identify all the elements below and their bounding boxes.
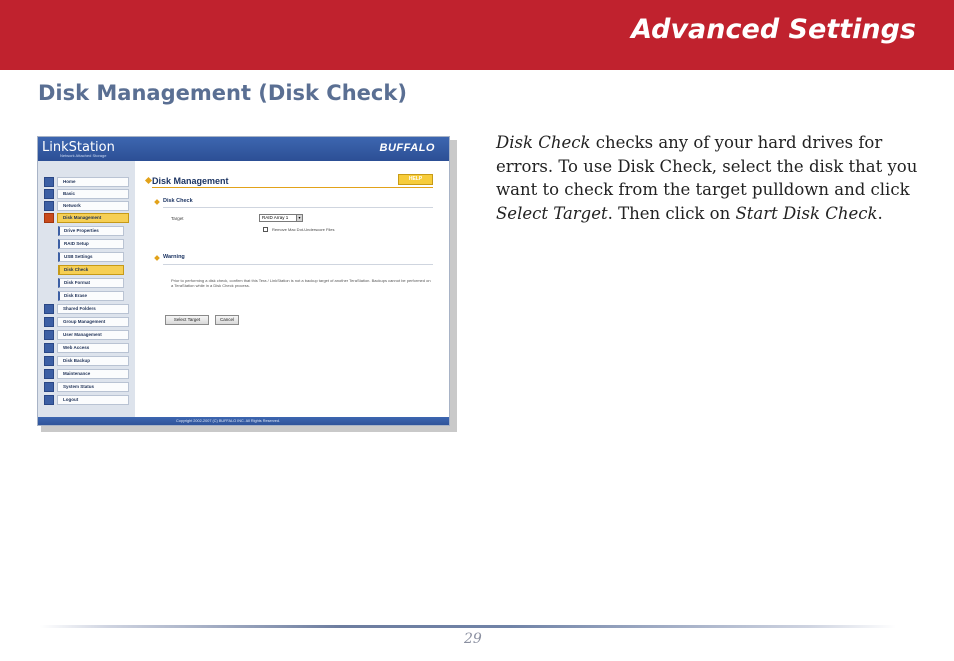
warning-divider — [163, 264, 433, 265]
screenshot-header: LinkStation Network Attached Storage BUF… — [38, 137, 449, 161]
nav-label: Disk Backup — [57, 356, 129, 366]
nav-label: System Status — [57, 382, 129, 392]
home-icon — [44, 177, 54, 187]
arrow-icon — [144, 176, 153, 185]
subnav-label: Disk Check — [58, 265, 124, 275]
page-number: 29 — [464, 631, 482, 647]
arrow-icon — [154, 199, 160, 205]
section-title: Disk Management (Disk Check) — [38, 81, 407, 105]
target-select-value: RAID Array 1 — [262, 215, 289, 220]
help-button[interactable]: HELP — [398, 174, 433, 185]
logout-icon — [44, 395, 54, 405]
folder-icon — [44, 304, 54, 314]
nav-label: Web Access — [57, 343, 129, 353]
group-icon — [44, 317, 54, 327]
network-icon — [44, 201, 54, 211]
cancel-button[interactable]: Cancel — [215, 315, 239, 325]
description-text-c: . — [877, 203, 883, 223]
nav-label: Network — [57, 201, 129, 211]
screenshot-footer: Copyright 2002-2007 (C) BUFFALO INC. All… — [38, 417, 449, 425]
description-paragraph: Disk Check checks any of your hard drive… — [496, 131, 926, 225]
remove-dot-files-checkbox[interactable] — [263, 227, 268, 232]
arrow-icon — [154, 255, 160, 261]
chevron-down-icon: ▾ — [296, 215, 302, 221]
maintenance-icon — [44, 369, 54, 379]
target-select[interactable]: RAID Array 1 ▾ — [259, 214, 303, 222]
description-text-b: . Then click on — [607, 203, 736, 223]
subnav-label: Disk Erase — [58, 291, 124, 301]
screenshot-main: Disk Management HELP Disk Check Target R… — [135, 161, 449, 417]
screenshot-sidebar: Home Basic Network Disk Management Drive… — [38, 161, 135, 417]
web-icon — [44, 343, 54, 353]
subnav-label: USB Settings — [58, 252, 124, 262]
subnav-label: Drive Properties — [58, 226, 124, 236]
copyright-text: Copyright 2002-2007 (C) BUFFALO INC. All… — [176, 419, 281, 423]
target-label: Target — [171, 216, 184, 221]
nav-label: Group Management — [57, 317, 129, 327]
nav-label: Logout — [57, 395, 129, 405]
subnav-label: RAID Setup — [58, 239, 124, 249]
nav-label: User Management — [57, 330, 129, 340]
backup-icon — [44, 356, 54, 366]
status-icon — [44, 382, 54, 392]
warning-text: Prior to performing a disk check, confir… — [171, 278, 431, 288]
disk-check-divider — [163, 207, 433, 208]
basic-icon — [44, 189, 54, 199]
footer-rule — [40, 625, 896, 628]
nav-label: Maintenance — [57, 369, 129, 379]
header-banner: Advanced Settings — [0, 0, 954, 70]
main-title: Disk Management — [152, 176, 229, 186]
buffalo-logo: BUFFALO — [379, 142, 435, 154]
start-disk-check-term: Start Disk Check — [735, 203, 878, 223]
user-icon — [44, 330, 54, 340]
select-target-button[interactable]: Select Target — [165, 315, 209, 325]
select-target-term: Select Target — [496, 203, 608, 223]
disk-check-title: Disk Check — [163, 198, 193, 204]
nav-label: Disk Management — [57, 213, 129, 223]
linkstation-screenshot: LinkStation Network Attached Storage BUF… — [37, 136, 450, 426]
nav-label: Basic — [57, 189, 129, 199]
checkbox-label: Remove Mac Dot-Underscore Files — [272, 227, 335, 232]
nav-label: Home — [57, 177, 129, 187]
nav-label: Shared Folders — [57, 304, 129, 314]
disk-icon — [44, 213, 54, 223]
page-header-title: Advanced Settings — [631, 14, 916, 45]
linkstation-logo-sub: Network Attached Storage — [60, 153, 107, 158]
title-divider — [152, 187, 433, 188]
disk-check-term: Disk Check — [496, 133, 591, 152]
subnav-label: Disk Format — [58, 278, 124, 288]
warning-title: Warning — [163, 254, 185, 260]
